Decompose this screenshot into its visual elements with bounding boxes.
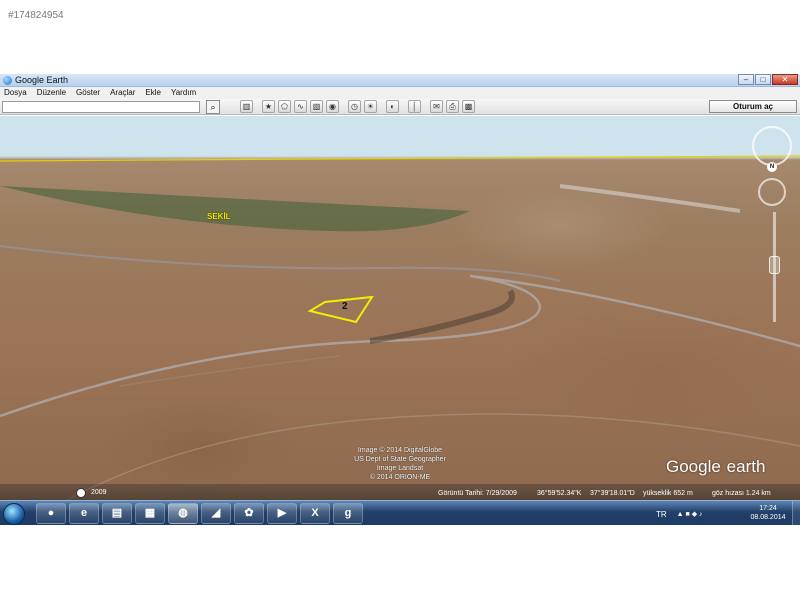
show-desktop-button[interactable] — [792, 501, 800, 526]
image-overlay-icon[interactable]: ▧ — [310, 100, 323, 113]
close-button[interactable]: ✕ — [772, 74, 798, 85]
place-label[interactable]: SEKİL — [207, 212, 231, 221]
attribution-line: Image © 2014 DigitalGlobe — [357, 447, 443, 454]
menu-bar: Dosya Düzenle Göster Araçlar Ekle Yardım — [0, 87, 800, 99]
google-earth-icon — [3, 76, 12, 85]
longitude: 37°39'18.01"D — [590, 490, 635, 497]
historical-imagery-icon[interactable]: ◷ — [348, 100, 361, 113]
clock-time: 17:24 — [759, 505, 777, 512]
menu-view[interactable]: Göster — [76, 87, 100, 99]
start-button[interactable] — [3, 503, 25, 525]
maximize-button[interactable]: □ — [755, 74, 771, 85]
taskbar-explorer-icon[interactable]: ▤ — [102, 503, 132, 524]
logo-google: Google — [666, 457, 721, 476]
google-earth-window: Google Earth – □ ✕ Dosya Düzenle Göster … — [0, 74, 800, 526]
sunlight-icon[interactable]: ☀ — [364, 100, 377, 113]
taskbar-calculator-icon[interactable]: ▦ — [135, 503, 165, 524]
title-bar[interactable]: Google Earth – □ ✕ — [0, 74, 800, 87]
attribution-line: Image Landsat — [376, 465, 424, 472]
search-button[interactable]: ⌕ — [206, 100, 220, 114]
polygon-icon[interactable]: ⬠ — [278, 100, 291, 113]
menu-tools[interactable]: Araçlar — [110, 87, 135, 99]
menu-help[interactable]: Yardım — [171, 87, 196, 99]
sign-in-button[interactable]: Oturum aç — [709, 100, 797, 113]
taskbar-chrome-icon[interactable]: ● — [36, 503, 66, 524]
parcel-number-label[interactable]: 2 — [342, 301, 348, 312]
taskbar-ie-icon[interactable]: e — [69, 503, 99, 524]
compass-ring-icon[interactable] — [752, 126, 792, 166]
taskbar: ● e ▤ ▦ ◍ ◢ ✿ ▶ X g TR ▲ ■ ◆ ♪ 17:24 08.… — [0, 500, 800, 526]
tray-icons[interactable]: ▲ ■ ◆ ♪ — [677, 510, 703, 518]
minimize-button[interactable]: – — [738, 74, 754, 85]
attribution-line: © 2014 ORION-ME — [369, 474, 431, 481]
clock-date: 08.08.2014 — [750, 514, 786, 521]
menu-file[interactable]: Dosya — [4, 87, 27, 99]
logo-earth: earth — [726, 457, 766, 476]
imagery-date: Görüntü Tarihi: 7/29/2009 — [438, 490, 517, 497]
attribution-line: US Dept of State Geographer — [354, 456, 446, 463]
search-icon: ⌕ — [210, 102, 216, 112]
taskbar-media-player-icon[interactable]: ▶ — [267, 503, 297, 524]
taskbar-google-earth-icon[interactable]: ◍ — [168, 503, 198, 524]
sidebar-toggle-icon[interactable]: ▥ — [240, 100, 253, 113]
system-tray: TR ▲ ■ ◆ ♪ — [656, 504, 708, 524]
imagery-attribution: Image © 2014 DigitalGlobe US Dept of Sta… — [340, 446, 460, 482]
window-title: Google Earth — [15, 75, 69, 85]
email-icon[interactable]: ✉ — [430, 100, 443, 113]
path-icon[interactable]: ∿ — [294, 100, 307, 113]
eye-altitude: göz hızası 1.24 km — [712, 490, 771, 497]
historical-imagery-clock-icon[interactable] — [76, 488, 86, 498]
north-icon[interactable]: N — [767, 162, 777, 172]
taskbar-teamviewer-icon[interactable]: ◢ — [201, 503, 231, 524]
planets-icon[interactable]: ◐ — [386, 100, 399, 113]
record-tour-icon[interactable]: ◉ — [326, 100, 339, 113]
imagery-year: 2009 — [91, 489, 107, 496]
language-indicator[interactable]: TR — [656, 510, 667, 519]
menu-edit[interactable]: Düzenle — [37, 87, 66, 99]
search-input[interactable] — [2, 101, 200, 113]
clock[interactable]: 17:24 08.08.2014 — [748, 504, 788, 522]
earth-view[interactable]: SEKİL 2 N Image © 2014 DigitalGlobe US D… — [0, 116, 800, 504]
taskbar-excel-icon[interactable]: X — [300, 503, 330, 524]
listing-id: #174824954 — [8, 10, 64, 21]
print-icon[interactable]: ⎙ — [446, 100, 459, 113]
ruler-icon[interactable]: │ — [408, 100, 421, 113]
taskbar-google-icon[interactable]: g — [333, 503, 363, 524]
taskbar-network-icon[interactable]: ✿ — [234, 503, 264, 524]
parcel-polygon[interactable] — [307, 295, 374, 324]
toolbar: ⌕ ▥ ★ ⬠ ∿ ▧ ◉ ◷ ☀ ◐ │ ✉ ⎙ ▩ Oturum aç — [0, 99, 800, 115]
latitude: 36°59'52.34"K — [537, 490, 582, 497]
maps-icon[interactable]: ▩ — [462, 100, 475, 113]
look-control-icon[interactable] — [758, 178, 786, 206]
placemark-icon[interactable]: ★ — [262, 100, 275, 113]
google-earth-logo: Google earth — [666, 454, 765, 478]
zoom-slider-thumb[interactable] — [769, 256, 780, 274]
elevation: yükseklik 652 m — [643, 490, 693, 497]
menu-add[interactable]: Ekle — [145, 87, 161, 99]
